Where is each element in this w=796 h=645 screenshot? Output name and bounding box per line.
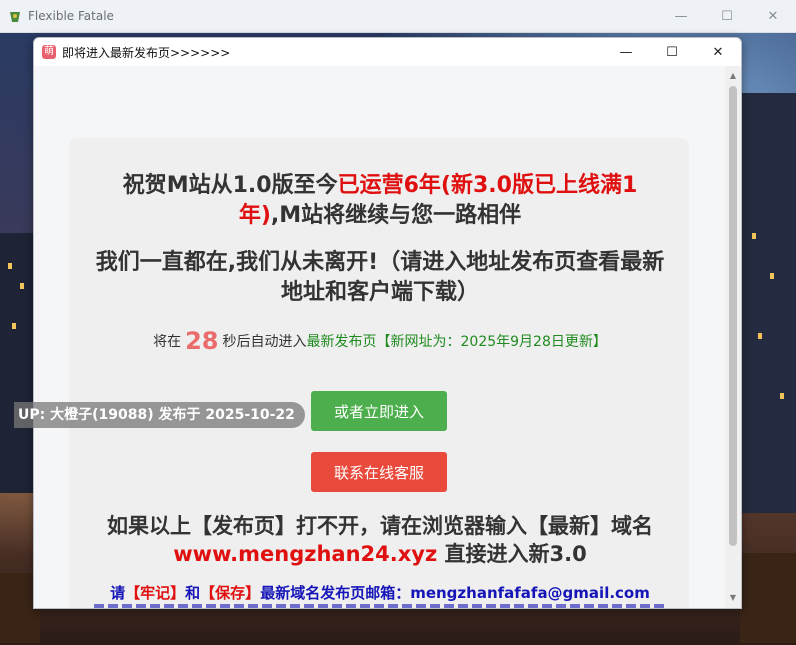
mail-address: 最新域名发布页邮箱：mengzhanfafafa@gmail.com <box>260 584 650 602</box>
countdown-suffix: 秒后自动进入 <box>222 334 307 350</box>
countdown-row: 将在 28 秒后自动进入最新发布页【新网址为：2025年9月28日更新】 <box>94 327 666 355</box>
mail-text-1: 请 <box>110 584 126 602</box>
fallback-text: 如果以上【发布页】打不开，请在浏览器输入【最新】域名 www.mengzhan2… <box>94 512 666 568</box>
mail-text-2: 和 <box>185 584 201 602</box>
enter-now-button[interactable]: 或者立即进入 <box>311 391 447 431</box>
app-titlebar: Flexible Fatale — ☐ ✕ <box>0 0 796 33</box>
scroll-down-arrow-icon[interactable]: ▼ <box>725 590 741 606</box>
dialog-scrollbar[interactable]: ▲ ▼ <box>725 66 741 608</box>
scroll-up-arrow-icon[interactable]: ▲ <box>725 68 741 84</box>
announcement-dialog: 萌 即将进入最新发布页>>>>>> — ☐ ✕ 祝贺M站从1.0版至今已运营6年… <box>33 37 742 609</box>
mail-save: 【保存】 <box>200 584 261 602</box>
mail-remember: 【牢记】 <box>125 584 186 602</box>
app-window-title: Flexible Fatale <box>28 9 114 23</box>
close-icon[interactable]: ✕ <box>750 0 796 32</box>
clipped-text-line <box>94 604 666 608</box>
heading-text-1: 祝贺M站从1.0版至今 <box>122 173 338 198</box>
dialog-titlebar: 萌 即将进入最新发布页>>>>>> — ☐ ✕ <box>34 38 741 66</box>
dialog-maximize-icon[interactable]: ☐ <box>649 38 695 66</box>
fallback-text-1: 如果以上【发布页】打不开，请在浏览器输入【最新】域名 <box>107 514 653 538</box>
mail-line: 请【牢记】和【保存】最新域名发布页邮箱：mengzhanfafafa@gmail… <box>94 582 666 603</box>
dialog-title: 即将进入最新发布页>>>>>> <box>62 45 231 60</box>
anniversary-heading: 祝贺M站从1.0版至今已运营6年(新3.0版已上线满1年),M站将继续与您一路相… <box>94 171 666 231</box>
update-note: 【新网址为：2025年9月28日更新】 <box>376 334 607 350</box>
app-logo-icon <box>8 9 22 23</box>
uploader-badge: UP: 大橙子(19088) 发布于 2025-10-22 <box>14 402 305 428</box>
countdown-seconds: 28 <box>185 327 219 355</box>
scroll-thumb[interactable] <box>729 86 737 546</box>
fallback-text-2: 直接进入新3.0 <box>437 542 587 566</box>
dialog-minimize-icon[interactable]: — <box>603 38 649 66</box>
dialog-close-icon[interactable]: ✕ <box>695 38 741 66</box>
heading-text-2: ,M站将继续与您一路相伴 <box>270 203 522 228</box>
release-page-link[interactable]: 最新发布页 <box>307 334 377 350</box>
contact-service-button[interactable]: 联系在线客服 <box>311 452 447 492</box>
minimize-icon[interactable]: — <box>658 0 704 32</box>
fallback-domain: www.mengzhan24.xyz <box>173 542 438 566</box>
subheading: 我们一直都在,我们从未离开!（请进入地址发布页查看最新地址和客户端下载） <box>95 250 665 305</box>
countdown-prefix: 将在 <box>153 334 182 350</box>
dialog-logo-icon: 萌 <box>42 45 56 59</box>
maximize-icon[interactable]: ☐ <box>704 0 750 32</box>
